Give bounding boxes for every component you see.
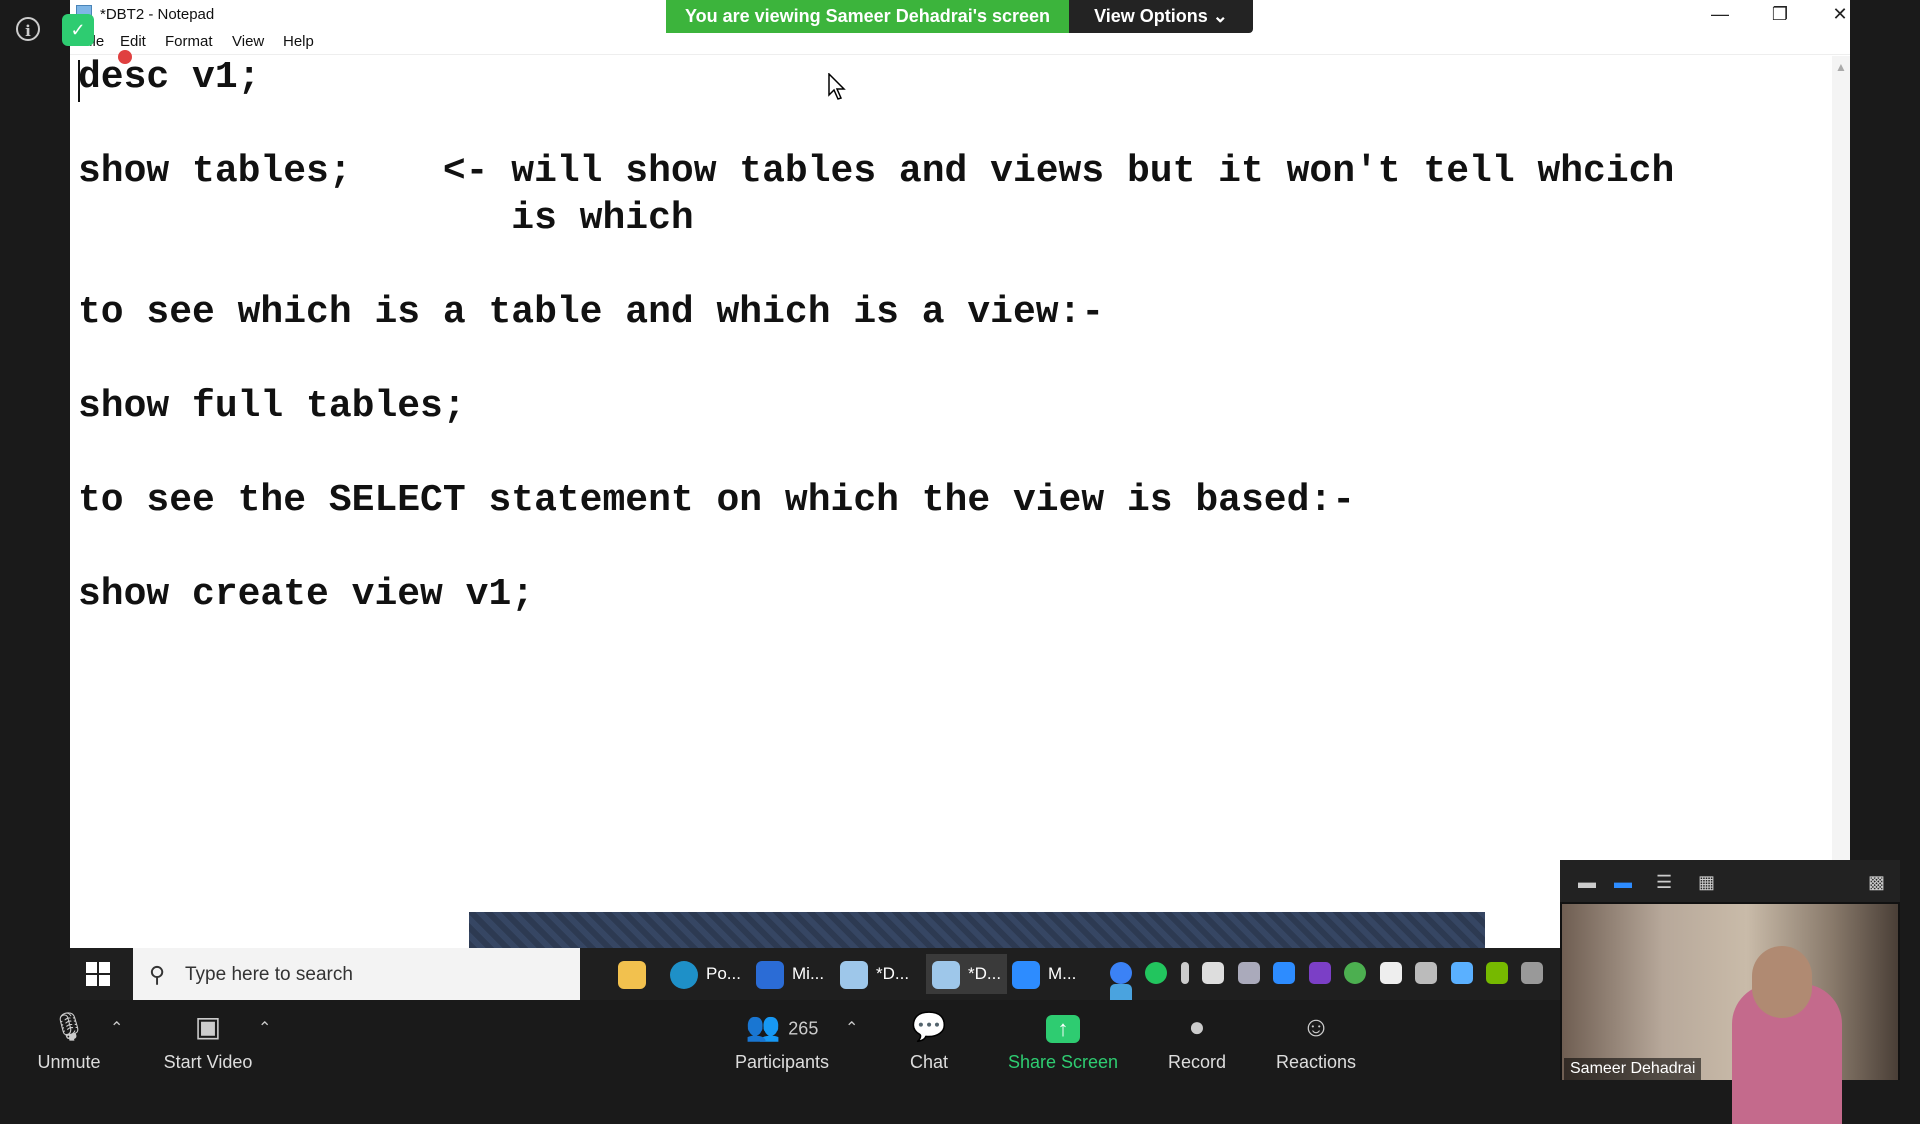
participants-icon: 👥 265: [745, 1011, 819, 1042]
view-options-button[interactable]: View Options ⌄: [1069, 0, 1253, 33]
video-thumbnail-panel: ▬ ▬ ☰ ▦ ▩ Sameer Dehadrai: [1560, 860, 1900, 1124]
reactions-icon: ☺: [1301, 1011, 1331, 1042]
text-line: is which: [78, 197, 694, 240]
taskbar-app-edge[interactable]: Po...: [670, 954, 741, 994]
taskbar-app-notepad-1[interactable]: *D...: [840, 954, 909, 994]
taskbar-app-label: M...: [1048, 964, 1077, 983]
participant-count: 265: [788, 1018, 819, 1039]
unmute-label: Unmute: [37, 1052, 101, 1072]
striped-background-panel: [469, 912, 1485, 948]
notepad-icon: [932, 960, 960, 989]
start-video-button[interactable]: ▣ Start Video: [148, 1008, 268, 1073]
taskbar-app-label: *D...: [968, 964, 1002, 983]
participants-button[interactable]: 👥 265 Participants: [712, 1008, 852, 1073]
file-explorer-icon[interactable]: [618, 954, 654, 994]
info-icon[interactable]: i: [16, 17, 40, 41]
green-circle-icon[interactable]: [1344, 962, 1367, 984]
text-line: to see the SELECT statement on which the…: [78, 479, 1356, 522]
share-screen-button[interactable]: ↑ Share Screen: [1003, 1008, 1123, 1073]
video-panel-toolbar: ▬ ▬ ☰ ▦ ▩: [1560, 860, 1900, 902]
search-icon: ⚲: [149, 962, 166, 987]
stacked-view-icon[interactable]: ☰: [1656, 872, 1672, 893]
text-line: desc v1;: [78, 56, 261, 99]
edge-icon: [670, 960, 698, 989]
system-tray: [1110, 962, 1560, 1006]
video-options-chevron-icon[interactable]: ⌃: [258, 1018, 271, 1038]
tray-app-icon[interactable]: [1521, 962, 1544, 984]
reactions-label: Reactions: [1275, 1052, 1357, 1072]
person-head: [1752, 946, 1812, 1018]
participant-name-tag: Sameer Dehadrai: [1564, 1058, 1702, 1080]
record-icon: ●: [1188, 1011, 1206, 1042]
video-off-icon: ▣: [194, 1011, 222, 1042]
notepad-window: *DBT2 - Notepad — ❐ ✕ File Edit Format V…: [70, 0, 1850, 948]
text-line: to see which is a table and which is a v…: [78, 291, 1105, 334]
taskbar-app-zoom[interactable]: M...: [1012, 954, 1076, 994]
notepad-text-area[interactable]: desc v1; show tables; <- will show table…: [78, 56, 1828, 906]
taskbar-app-whiteboard[interactable]: Mi...: [756, 954, 824, 994]
search-placeholder: Type here to search: [185, 964, 353, 985]
audio-options-chevron-icon[interactable]: ⌃: [110, 1018, 123, 1038]
minimize-button[interactable]: —: [1690, 0, 1750, 28]
notepad-icon: [840, 960, 868, 989]
screen-share-banner: You are viewing Sameer Dehadrai's screen: [666, 0, 1069, 33]
nvidia-icon[interactable]: [1485, 962, 1508, 984]
start-video-label: Start Video: [163, 1052, 253, 1072]
record-button[interactable]: ● Record: [1137, 1008, 1257, 1073]
help-icon[interactable]: [1110, 962, 1132, 984]
text-line: show tables; <- will show tables and vie…: [78, 150, 1675, 193]
whiteboard-icon: [756, 960, 784, 989]
text-line: show full tables;: [78, 385, 466, 428]
minimize-video-icon[interactable]: ▬: [1578, 872, 1596, 893]
chat-icon: 💬: [911, 1011, 947, 1042]
text-line: show create view v1;: [78, 573, 535, 616]
reactions-button[interactable]: ☺ Reactions: [1256, 1008, 1376, 1073]
zoom-tray-icon[interactable]: [1273, 962, 1296, 984]
taskbar-app-label: Po...: [706, 964, 741, 983]
taskbar-app-label: *D...: [876, 964, 910, 983]
participants-options-chevron-icon[interactable]: ⌃: [845, 1018, 858, 1038]
windows-taskbar: ⚲ Type here to search Po... Mi... *D... …: [70, 948, 1560, 1006]
menu-help[interactable]: Help: [283, 33, 314, 50]
share-screen-label: Share Screen: [1007, 1052, 1119, 1072]
vertical-scrollbar[interactable]: ▲: [1832, 56, 1850, 916]
taskbar-app-notepad-2[interactable]: *D...: [926, 954, 1008, 994]
security-shield-icon[interactable]: ✓: [62, 14, 94, 46]
taskbar-search-input[interactable]: ⚲ Type here to search: [133, 948, 580, 1000]
steam-icon[interactable]: [1237, 962, 1260, 984]
windows-start-icon[interactable]: [86, 962, 110, 986]
menu-edit[interactable]: Edit: [120, 33, 146, 50]
pop-out-icon[interactable]: ▩: [1868, 872, 1885, 893]
scroll-up-icon[interactable]: ▲: [1832, 60, 1850, 74]
single-view-icon[interactable]: ▬: [1614, 872, 1632, 893]
onenote-icon[interactable]: [1308, 962, 1331, 984]
record-label: Record: [1167, 1052, 1227, 1072]
notepad-title: *DBT2 - Notepad: [100, 6, 215, 23]
participants-label: Participants: [734, 1052, 830, 1072]
defender-icon[interactable]: [1379, 962, 1402, 984]
chat-label: Chat: [909, 1052, 949, 1072]
taskbar-app-label: Mi...: [792, 964, 825, 983]
grid-view-icon[interactable]: ▦: [1698, 872, 1715, 893]
mouse-cursor-icon: [828, 73, 846, 100]
share-screen-icon: ↑: [1046, 1015, 1080, 1043]
close-button[interactable]: ✕: [1810, 0, 1870, 28]
menu-view[interactable]: View: [232, 33, 264, 50]
zoom-icon: [1012, 960, 1040, 989]
check-icon[interactable]: [1145, 962, 1168, 984]
participant-video: Sameer Dehadrai: [1562, 904, 1898, 1124]
wifi-icon[interactable]: [1415, 962, 1438, 984]
chat-button[interactable]: 💬 Chat: [869, 1008, 989, 1073]
snowflake-icon[interactable]: [1450, 962, 1473, 984]
restore-button[interactable]: ❐: [1750, 0, 1810, 28]
menu-format[interactable]: Format: [165, 33, 213, 50]
battery-icon[interactable]: [1202, 962, 1225, 984]
zoom-left-strip: i: [0, 0, 70, 1000]
microphone-icon[interactable]: [1180, 962, 1189, 984]
